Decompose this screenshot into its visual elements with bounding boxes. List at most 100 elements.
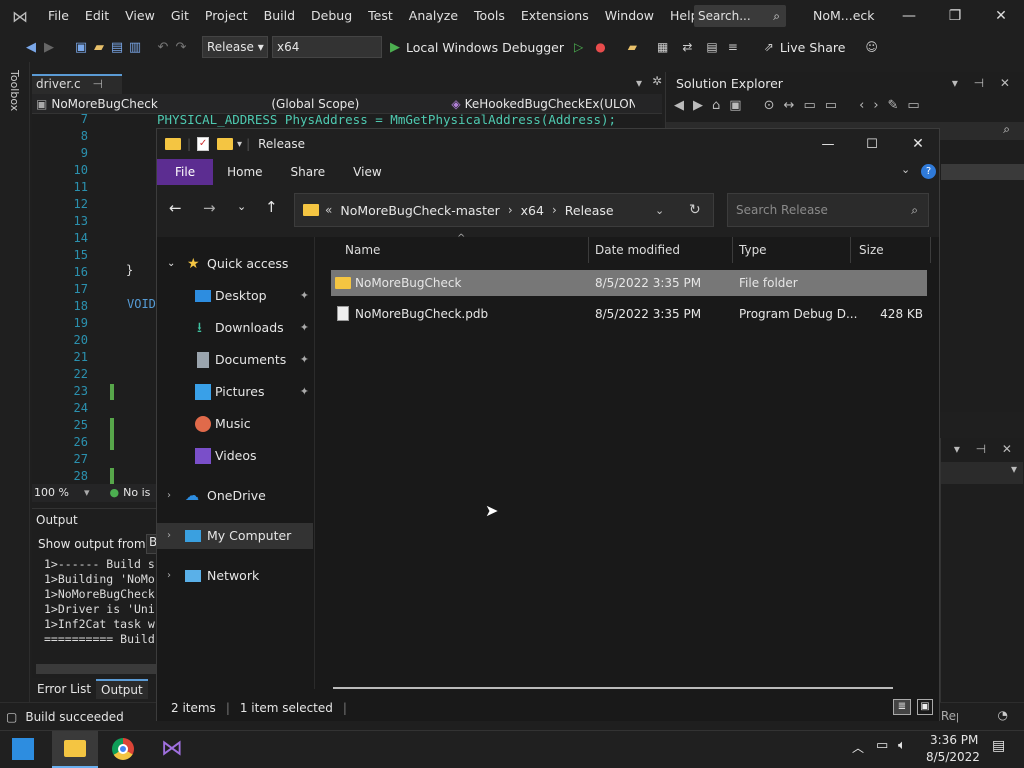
layout-icon[interactable]: ▦ bbox=[657, 40, 668, 54]
breadcrumb-separator-icon[interactable]: › bbox=[508, 203, 513, 217]
play-icon[interactable]: ▶ bbox=[390, 40, 400, 55]
ribbon-tab-view[interactable]: View bbox=[339, 159, 395, 185]
network-tray-icon[interactable]: ▭ bbox=[876, 738, 888, 753]
menu-window[interactable]: Window bbox=[597, 0, 662, 32]
clock-date[interactable]: 8/5/2022 bbox=[926, 750, 980, 764]
breadcrumb-segment[interactable]: NoMoreBugCheck-master bbox=[340, 203, 499, 218]
merge-icon[interactable]: ⇄ bbox=[682, 40, 692, 54]
output-text[interactable]: 1>------ Build s 1>Building 'NoMo 1>NoMo… bbox=[44, 557, 156, 647]
expand-chevron-icon[interactable]: › bbox=[167, 563, 171, 589]
start-without-debug-icon[interactable]: ▷ bbox=[574, 40, 583, 54]
menu-view[interactable]: View bbox=[117, 0, 163, 32]
doc-tab-driver-c[interactable]: driver.c ⊣ ✕ bbox=[32, 74, 122, 108]
format-icon[interactable]: ≡ bbox=[728, 40, 738, 54]
pin-icon[interactable]: ⊣ bbox=[92, 77, 102, 91]
toolbox-tab[interactable]: Toolbox bbox=[8, 70, 21, 111]
live-share-button[interactable]: Live Share bbox=[780, 40, 846, 55]
expand-chevron-icon[interactable]: ⌄ bbox=[167, 251, 175, 277]
minimize-icon[interactable]: — bbox=[805, 137, 851, 152]
tab-dropdown-icon[interactable]: ▾ bbox=[636, 76, 642, 90]
ribbon-tab-share[interactable]: Share bbox=[277, 159, 340, 185]
platform-combo[interactable]: x64 bbox=[272, 36, 382, 58]
details-view-icon[interactable]: ≣ bbox=[893, 699, 911, 715]
chrome-icon[interactable] bbox=[112, 738, 134, 760]
notifications-icon[interactable]: ▤ bbox=[992, 738, 1005, 754]
zoom-level[interactable]: 100 % bbox=[34, 484, 84, 502]
nav-my-computer[interactable]: › My Computer bbox=[157, 523, 313, 549]
nav-function[interactable]: KeHookedBugCheckEx(ULONG bbox=[465, 97, 635, 111]
pin-icon[interactable]: ✦ bbox=[300, 347, 309, 373]
nav-videos[interactable]: Videos bbox=[157, 443, 313, 469]
hot-reload-icon[interactable]: ● bbox=[595, 40, 605, 54]
settings-gear-icon[interactable]: ✲ bbox=[652, 74, 662, 88]
recent-locations-icon[interactable]: ⌄ bbox=[237, 200, 246, 213]
save-all-icon[interactable]: ▥ bbox=[126, 40, 144, 55]
panel-controls-icon[interactable]: ▾ ⊣ ✕ bbox=[952, 76, 1016, 90]
explorer-search-box[interactable]: Search Release ⌕ bbox=[727, 193, 929, 227]
nav-project[interactable]: NoMoreBugCheck bbox=[51, 97, 231, 111]
back-icon[interactable]: ◀ bbox=[22, 40, 40, 55]
tab-error-list[interactable]: Error List bbox=[32, 682, 96, 696]
undo-icon[interactable]: ↶ bbox=[154, 40, 172, 55]
properties-combo[interactable]: ▾ bbox=[941, 462, 1023, 484]
open-folder-icon[interactable]: ▰ bbox=[90, 40, 108, 55]
large-icons-view-icon[interactable]: ▣ bbox=[917, 699, 933, 715]
panel-controls-icon[interactable]: ▾ ⊣ ✕ bbox=[954, 442, 1018, 456]
nav-documents[interactable]: Documents ✦ bbox=[157, 347, 313, 373]
close-icon[interactable]: ✕ bbox=[895, 136, 941, 152]
menu-debug[interactable]: Debug bbox=[303, 0, 360, 32]
address-bar[interactable]: « NoMoreBugCheck-master › x64 › Release … bbox=[294, 193, 714, 227]
vs-logo-icon[interactable]: ⋈ bbox=[0, 7, 40, 26]
issues-label[interactable]: No is bbox=[123, 484, 150, 502]
refresh-icon[interactable]: ↻ bbox=[689, 202, 701, 218]
config-combo[interactable]: Release ▾ bbox=[202, 36, 268, 58]
nav-music[interactable]: Music bbox=[157, 411, 313, 437]
ribbon-tab-file[interactable]: File bbox=[157, 159, 214, 185]
output-hscrollbar[interactable] bbox=[36, 664, 156, 674]
nav-downloads[interactable]: ⭳ Downloads ✦ bbox=[157, 315, 313, 341]
nav-scope[interactable]: (Global Scope) bbox=[271, 97, 451, 111]
menu-build[interactable]: Build bbox=[256, 0, 303, 32]
share-icon[interactable]: ⇗ bbox=[764, 40, 774, 54]
menu-test[interactable]: Test bbox=[360, 0, 401, 32]
nav-pictures[interactable]: Pictures ✦ bbox=[157, 379, 313, 405]
expand-chevron-icon[interactable]: › bbox=[167, 483, 171, 509]
feedback-icon[interactable]: ☺ bbox=[865, 40, 878, 54]
menu-analyze[interactable]: Analyze bbox=[401, 0, 466, 32]
help-icon[interactable]: ? bbox=[921, 164, 936, 179]
new-project-icon[interactable]: ▣ bbox=[72, 40, 90, 55]
properties-icon[interactable]: ✓ bbox=[197, 137, 210, 151]
nav-quick-access[interactable]: ⌄ ★ Quick access bbox=[157, 251, 313, 277]
minimize-icon[interactable]: — bbox=[886, 0, 932, 32]
maximize-icon[interactable]: ☐ bbox=[849, 137, 895, 152]
nav-network[interactable]: › Network bbox=[157, 563, 313, 589]
file-row[interactable]: NoMoreBugCheck 8/5/2022 3:35 PM File fol… bbox=[331, 270, 927, 296]
notifications-bell-icon[interactable]: ◔ bbox=[998, 708, 1008, 722]
pin-icon[interactable]: ✦ bbox=[300, 283, 309, 309]
forward-icon[interactable]: ▶ bbox=[40, 40, 58, 55]
expand-ribbon-icon[interactable]: ⌄ bbox=[901, 163, 910, 176]
volume-icon[interactable]: 🔈︎ bbox=[898, 738, 906, 753]
solution-toolbar[interactable]: ◀▶⌂▣ ⊙↔▭▭ ‹›✎▭ bbox=[674, 98, 929, 113]
nav-onedrive[interactable]: › ☁ OneDrive bbox=[157, 483, 313, 509]
visual-studio-icon[interactable]: ⋈ bbox=[160, 737, 184, 761]
file-list[interactable]: ^ Name Date modified Type Size NoMoreBug… bbox=[315, 233, 939, 689]
tab-output[interactable]: Output bbox=[96, 679, 148, 699]
overflow-chevron-icon[interactable]: « bbox=[325, 203, 332, 217]
vs-search-box[interactable]: Search... ⌕ bbox=[694, 5, 786, 27]
menu-file[interactable]: File bbox=[40, 0, 77, 32]
column-header-type[interactable]: Type bbox=[731, 237, 851, 263]
menu-tools[interactable]: Tools bbox=[466, 0, 513, 32]
column-header-date-modified[interactable]: Date modified bbox=[587, 237, 733, 263]
file-explorer-taskbar-icon[interactable] bbox=[52, 731, 98, 768]
forward-arrow-icon[interactable]: → bbox=[203, 199, 216, 217]
menu-extensions[interactable]: Extensions bbox=[513, 0, 597, 32]
pin-icon[interactable]: ✦ bbox=[300, 379, 309, 405]
up-arrow-icon[interactable]: ↑ bbox=[265, 198, 278, 216]
horizontal-scrollbar[interactable] bbox=[333, 687, 893, 689]
solution-item-selected[interactable] bbox=[941, 164, 1024, 180]
expand-chevron-icon[interactable]: › bbox=[167, 523, 171, 549]
menu-git[interactable]: Git bbox=[163, 0, 197, 32]
windows-start-icon[interactable] bbox=[12, 738, 34, 760]
breadcrumb-segment[interactable]: Release bbox=[565, 203, 614, 218]
